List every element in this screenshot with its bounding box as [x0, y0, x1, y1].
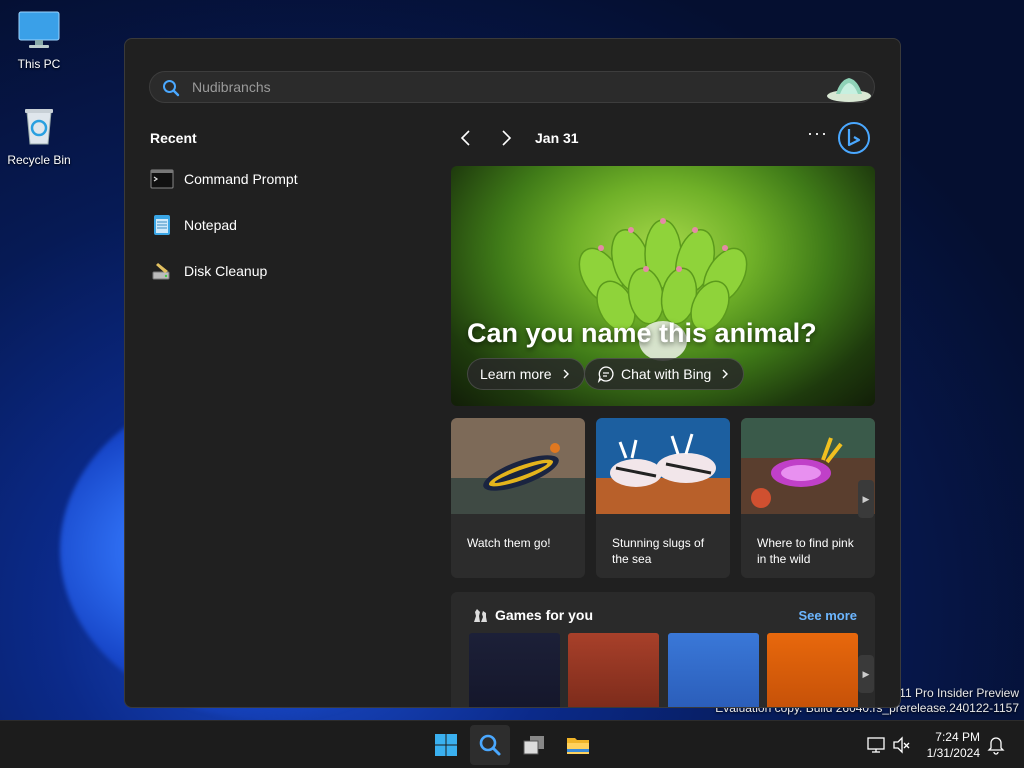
clock-time: 7:24 PM	[935, 730, 980, 744]
search-flyout: Recent Command Prompt Notepad Disk Clean…	[124, 38, 901, 708]
more-options-button[interactable]: ···	[807, 123, 828, 144]
see-more-link[interactable]: See more	[798, 608, 857, 623]
card-image	[451, 418, 585, 514]
command-prompt-icon	[150, 169, 174, 189]
task-view-icon	[523, 736, 544, 755]
monitor-icon	[18, 11, 60, 48]
task-view-button[interactable]	[514, 725, 554, 765]
game-tile[interactable]	[469, 633, 560, 707]
hero-headline: Can you name this animal?	[467, 318, 817, 348]
chevron-right-icon	[563, 369, 569, 379]
search-button[interactable]	[470, 725, 510, 765]
games-scroll-right-button[interactable]: ▶	[858, 655, 874, 693]
chess-pieces-icon	[474, 609, 487, 622]
recent-item-label: Notepad	[184, 217, 237, 233]
card-watch-them-go[interactable]: Watch them go!	[451, 418, 585, 578]
clock-date: 1/31/2024	[926, 746, 980, 760]
notification-bell-icon[interactable]	[986, 735, 1006, 755]
chat-with-bing-button[interactable]: Chat with Bing	[584, 358, 745, 390]
recent-heading: Recent	[150, 130, 197, 146]
highlights-date: Jan 31	[535, 130, 579, 146]
search-icon	[479, 734, 501, 756]
bing-chat-icon[interactable]	[837, 121, 871, 155]
chevron-right-icon[interactable]	[495, 127, 517, 149]
notepad-icon	[154, 215, 170, 235]
taskbar: 7:24 PM 1/31/2024	[0, 720, 1024, 768]
chevron-left-icon[interactable]	[455, 127, 477, 149]
recent-item-label: Disk Cleanup	[184, 263, 268, 279]
network-icon[interactable]	[866, 735, 886, 755]
recent-item-label: Command Prompt	[184, 171, 298, 187]
desktop-icon-label: Recycle Bin	[7, 153, 71, 167]
start-button[interactable]	[426, 725, 466, 765]
cards-scroll-right-button[interactable]: ▶	[858, 480, 874, 518]
card-caption: Watch them go!	[467, 536, 551, 550]
chevron-right-icon	[722, 369, 729, 379]
learn-more-button[interactable]: Learn more	[467, 358, 585, 390]
games-section: Games for you See more ▶	[451, 592, 875, 707]
card-pink-in-the-wild[interactable]: Where to find pink in the wild	[741, 418, 875, 578]
search-highlight-thumbnail[interactable]	[826, 74, 872, 102]
game-tile[interactable]	[568, 633, 659, 707]
learn-more-label: Learn more	[480, 366, 552, 382]
search-icon	[163, 80, 180, 97]
recent-item-disk-cleanup[interactable]: Disk Cleanup	[150, 253, 410, 289]
recycle-bin-icon	[25, 109, 53, 145]
watermark-line1: s 11 Pro Insider Preview	[889, 686, 1019, 700]
card-image	[741, 418, 875, 514]
chat-bubble-icon	[597, 366, 614, 383]
hero-card[interactable]: Can you name this animal? Learn more Cha…	[451, 166, 875, 406]
file-explorer-button[interactable]	[558, 725, 598, 765]
recent-item-command-prompt[interactable]: Command Prompt	[150, 161, 410, 197]
volume-muted-icon[interactable]	[892, 735, 912, 755]
folder-icon	[567, 738, 589, 754]
disk-cleanup-icon	[152, 263, 170, 280]
card-caption: Stunning slugs of the sea	[612, 536, 705, 566]
games-title: Games for you	[495, 607, 594, 623]
desktop-icon-this-pc[interactable]: This PC	[1, 10, 77, 71]
desktop-icon-recycle-bin[interactable]: Recycle Bin	[1, 106, 77, 167]
chat-with-bing-label: Chat with Bing	[621, 366, 712, 382]
card-caption: Where to find pink in the wild	[757, 536, 854, 566]
clock[interactable]: 7:24 PM 1/31/2024	[927, 729, 980, 761]
windows-logo-icon	[435, 734, 457, 756]
search-box[interactable]	[149, 71, 875, 103]
recent-item-notepad[interactable]: Notepad	[150, 207, 410, 243]
search-input[interactable]	[192, 76, 792, 98]
card-stunning-slugs[interactable]: Stunning slugs of the sea	[596, 418, 730, 578]
desktop-icon-label: This PC	[17, 57, 61, 71]
card-image	[596, 418, 730, 514]
game-tile[interactable]	[668, 633, 759, 707]
game-tile[interactable]	[767, 633, 858, 707]
highlights-nav: Jan 31 ···	[451, 121, 875, 155]
